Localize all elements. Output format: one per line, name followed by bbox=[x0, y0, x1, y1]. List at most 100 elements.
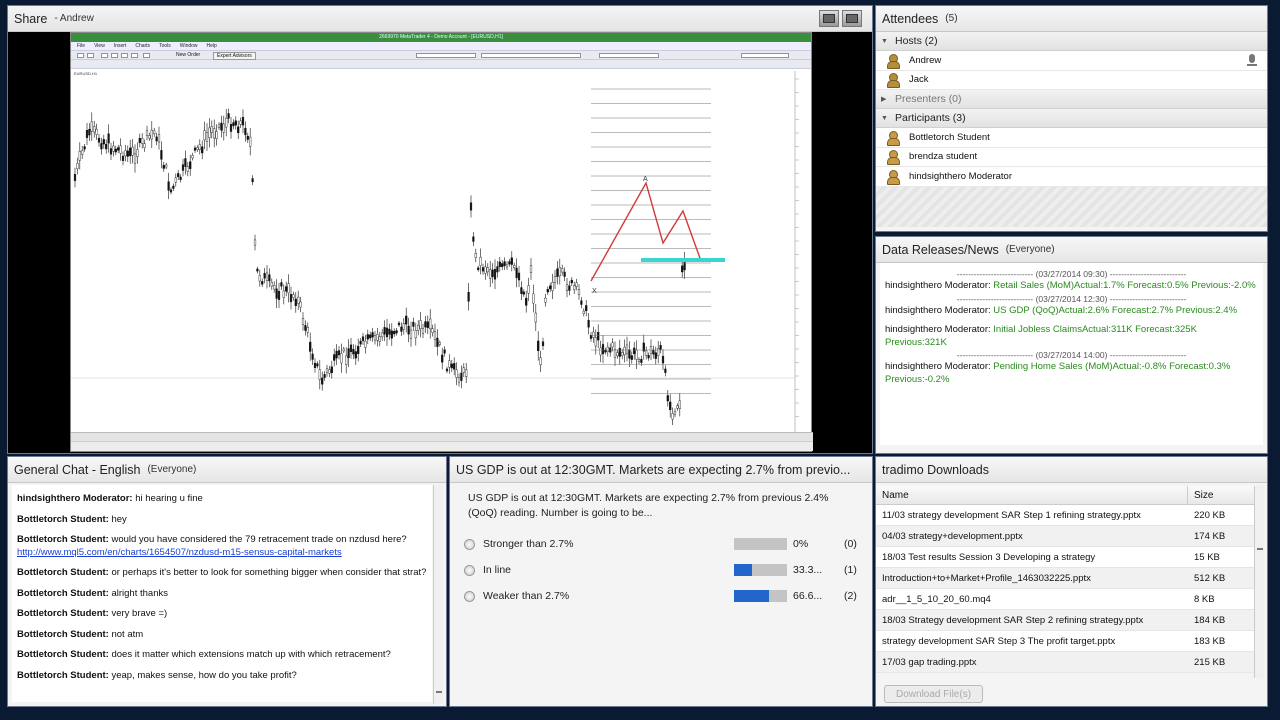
file-row[interactable]: 18/03 Strategy development SAR Step 2 re… bbox=[876, 610, 1259, 631]
mt-tool-market-watch[interactable] bbox=[101, 53, 108, 58]
downloads-rows: 11/03 strategy development SAR Step 1 re… bbox=[876, 505, 1259, 673]
candle-body bbox=[479, 256, 482, 266]
news-author: hindsighthero Moderator: bbox=[885, 280, 991, 291]
candle-body bbox=[265, 272, 269, 281]
downloads-scrollbar[interactable] bbox=[1254, 486, 1264, 678]
mt-menu-insert[interactable]: Insert bbox=[114, 43, 127, 49]
chat-link[interactable]: http://www.mql5.com/en/charts/1654507/nz… bbox=[17, 547, 342, 558]
candle-body bbox=[671, 413, 674, 420]
file-row[interactable]: strategy development SAR Step 3 The prof… bbox=[876, 631, 1259, 652]
mt-menu-view[interactable]: View bbox=[94, 43, 105, 49]
poll-title: US GDP is out at 12:30GMT. Markets are e… bbox=[456, 462, 851, 477]
mt-tool-tester[interactable] bbox=[143, 53, 150, 58]
candle-body bbox=[177, 173, 180, 177]
fit-width-button[interactable] bbox=[819, 10, 839, 27]
candle-body bbox=[525, 297, 528, 306]
file-row[interactable]: 04/03 strategy+development.pptx 174 KB bbox=[876, 526, 1259, 547]
candle-body bbox=[179, 176, 182, 180]
attendee-andrew[interactable]: Andrew bbox=[876, 51, 1267, 71]
mt-tool-navigator[interactable] bbox=[121, 53, 128, 58]
candle-body bbox=[184, 158, 187, 167]
chat-scrollbar[interactable] bbox=[433, 485, 443, 704]
candle-body bbox=[419, 320, 422, 330]
candle-body bbox=[537, 340, 540, 351]
news-text: Retail Sales (MoM)Actual:1.7% Forecast:0… bbox=[993, 280, 1256, 291]
mt-new-order-button[interactable]: New Order bbox=[176, 52, 200, 58]
participant-bottletorch[interactable]: Bottletorch Student bbox=[876, 128, 1267, 148]
scroll-grip-icon bbox=[1257, 548, 1263, 550]
candle-body bbox=[220, 122, 223, 131]
poll-bar-fill bbox=[734, 564, 752, 576]
mt-timeframes[interactable] bbox=[416, 53, 476, 58]
participant-user-icon bbox=[886, 150, 900, 166]
mt-menu-window[interactable]: Window bbox=[180, 43, 198, 49]
mt-menu-help[interactable]: Help bbox=[207, 43, 217, 49]
mt-tool-profiles[interactable] bbox=[87, 53, 94, 58]
candle-body bbox=[304, 325, 307, 331]
candle-body bbox=[594, 337, 597, 347]
candle-body bbox=[253, 239, 257, 246]
metatrader-menu: File View Insert Charts Tools Window Hel… bbox=[71, 42, 811, 51]
poll-option[interactable]: In line 33.3... (1) bbox=[464, 562, 864, 578]
mt-search-box[interactable] bbox=[741, 53, 789, 58]
file-row[interactable]: 17/03 gap trading.pptx 215 KB bbox=[876, 652, 1259, 673]
share-presenter: - Andrew bbox=[54, 13, 94, 24]
candle-body bbox=[333, 354, 336, 361]
participant-brendza[interactable]: brendza student bbox=[876, 147, 1267, 167]
file-row[interactable]: 18/03 Test results Session 3 Developing … bbox=[876, 547, 1259, 568]
candle-body bbox=[357, 345, 360, 354]
chat-text: hi hearing u fine bbox=[135, 493, 203, 504]
poll-bar-fill bbox=[734, 590, 770, 602]
poll-count: (2) bbox=[844, 590, 857, 602]
mt-expert-advisors-button[interactable]: Expert Advisors bbox=[213, 52, 256, 60]
radio-button[interactable] bbox=[464, 538, 475, 550]
shared-screen[interactable]: 2669970 MetaTrader 4 - Demo Account - [E… bbox=[70, 32, 813, 452]
candle-body bbox=[493, 269, 497, 280]
candle-body bbox=[289, 294, 293, 303]
candle-body bbox=[117, 147, 120, 151]
candle-body bbox=[268, 274, 271, 282]
file-row[interactable]: adr__1_5_10_20_60.mq4 8 KB bbox=[876, 589, 1259, 610]
hosts-group[interactable]: ▼ Hosts (2) bbox=[876, 32, 1267, 51]
candle-body bbox=[424, 321, 427, 328]
mt-menu-charts[interactable]: Charts bbox=[135, 43, 150, 49]
participant-hindsighthero[interactable]: hindsighthero Moderator bbox=[876, 167, 1267, 187]
candle-body bbox=[217, 124, 221, 128]
file-row[interactable]: Introduction+to+Market+Profile_146303222… bbox=[876, 568, 1259, 589]
radio-button[interactable] bbox=[464, 590, 475, 602]
mt-menu-tools[interactable]: Tools bbox=[159, 43, 171, 49]
candle-body bbox=[481, 267, 485, 272]
candle-body bbox=[421, 328, 425, 334]
mt-tool-new-chart[interactable] bbox=[77, 53, 84, 58]
mt-line-tools[interactable] bbox=[599, 53, 659, 58]
download-files-button[interactable]: Download File(s) bbox=[884, 685, 984, 703]
attendee-name: Jack bbox=[909, 74, 929, 86]
attendee-jack[interactable]: Jack bbox=[876, 70, 1267, 90]
candle-body bbox=[287, 283, 290, 294]
column-size[interactable]: Size bbox=[1188, 486, 1259, 504]
chat-message: Bottletorch Student: very brave =) bbox=[17, 608, 427, 621]
candle-body bbox=[239, 120, 242, 125]
candle-body bbox=[640, 359, 643, 363]
price-chart[interactable]: AX bbox=[71, 71, 813, 432]
poll-option[interactable]: Stronger than 2.7% 0% (0) bbox=[464, 536, 864, 552]
file-row[interactable]: 11/03 strategy development SAR Step 1 re… bbox=[876, 505, 1259, 526]
mt-chart-tools[interactable] bbox=[481, 53, 581, 58]
radio-button[interactable] bbox=[464, 564, 475, 576]
mt-menu-file[interactable]: File bbox=[77, 43, 85, 49]
fullscreen-button[interactable] bbox=[842, 10, 862, 27]
candle-body bbox=[551, 281, 554, 291]
candle-body bbox=[467, 291, 470, 302]
column-name[interactable]: Name bbox=[876, 486, 1188, 504]
participants-group[interactable]: ▼ Participants (3) bbox=[876, 109, 1267, 128]
candle-body bbox=[121, 155, 125, 161]
mt-tool-data-window[interactable] bbox=[111, 53, 118, 58]
candle-body bbox=[405, 315, 408, 325]
poll-option[interactable]: Weaker than 2.7% 66.6... (2) bbox=[464, 588, 864, 604]
candle-body bbox=[556, 268, 559, 277]
presenters-group[interactable]: ▶ Presenters (0) bbox=[876, 90, 1267, 109]
mt-chart-tabs[interactable] bbox=[71, 432, 813, 441]
chat-message: Bottletorch Student: hey bbox=[17, 514, 427, 527]
mt-tool-terminal[interactable] bbox=[131, 53, 138, 58]
candle-body bbox=[414, 330, 417, 339]
